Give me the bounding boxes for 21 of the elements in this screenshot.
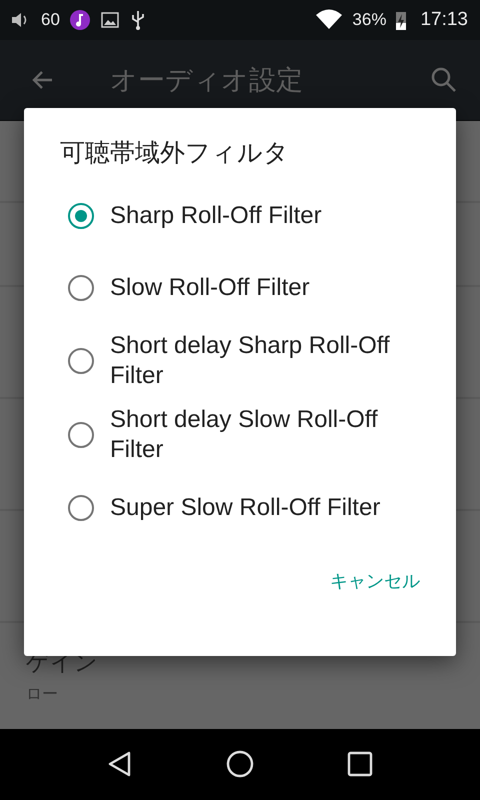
radio-button[interactable] (68, 422, 94, 448)
wifi-icon (315, 8, 344, 31)
screen-title: オーディオ設定 (110, 64, 304, 98)
radio-option[interactable]: Super Slow Roll-Off Filter (24, 478, 456, 537)
radio-option[interactable]: Sharp Roll-Off Filter (24, 186, 456, 245)
radio-button[interactable] (68, 274, 94, 301)
radio-button[interactable] (68, 202, 94, 229)
cancel-button[interactable]: キャンセル (320, 560, 430, 601)
search-icon[interactable] (430, 66, 458, 94)
radio-option[interactable]: Short delay Sharp Roll-Off Filter (24, 330, 456, 391)
radio-button[interactable] (68, 494, 94, 521)
music-note-icon (68, 8, 91, 31)
dialog-title: 可聴帯域外フィルタ (59, 136, 290, 169)
image-icon (100, 10, 120, 30)
radio-button[interactable] (68, 348, 94, 374)
volume-level: 60 (41, 10, 60, 30)
battery-percent: 36% (352, 10, 386, 30)
home-icon[interactable] (225, 749, 255, 780)
radio-option[interactable]: Slow Roll-Off Filter (24, 258, 456, 317)
radio-option[interactable]: Short delay Slow Roll-Off Filter (24, 404, 456, 465)
clock: 17:13 (420, 8, 468, 31)
